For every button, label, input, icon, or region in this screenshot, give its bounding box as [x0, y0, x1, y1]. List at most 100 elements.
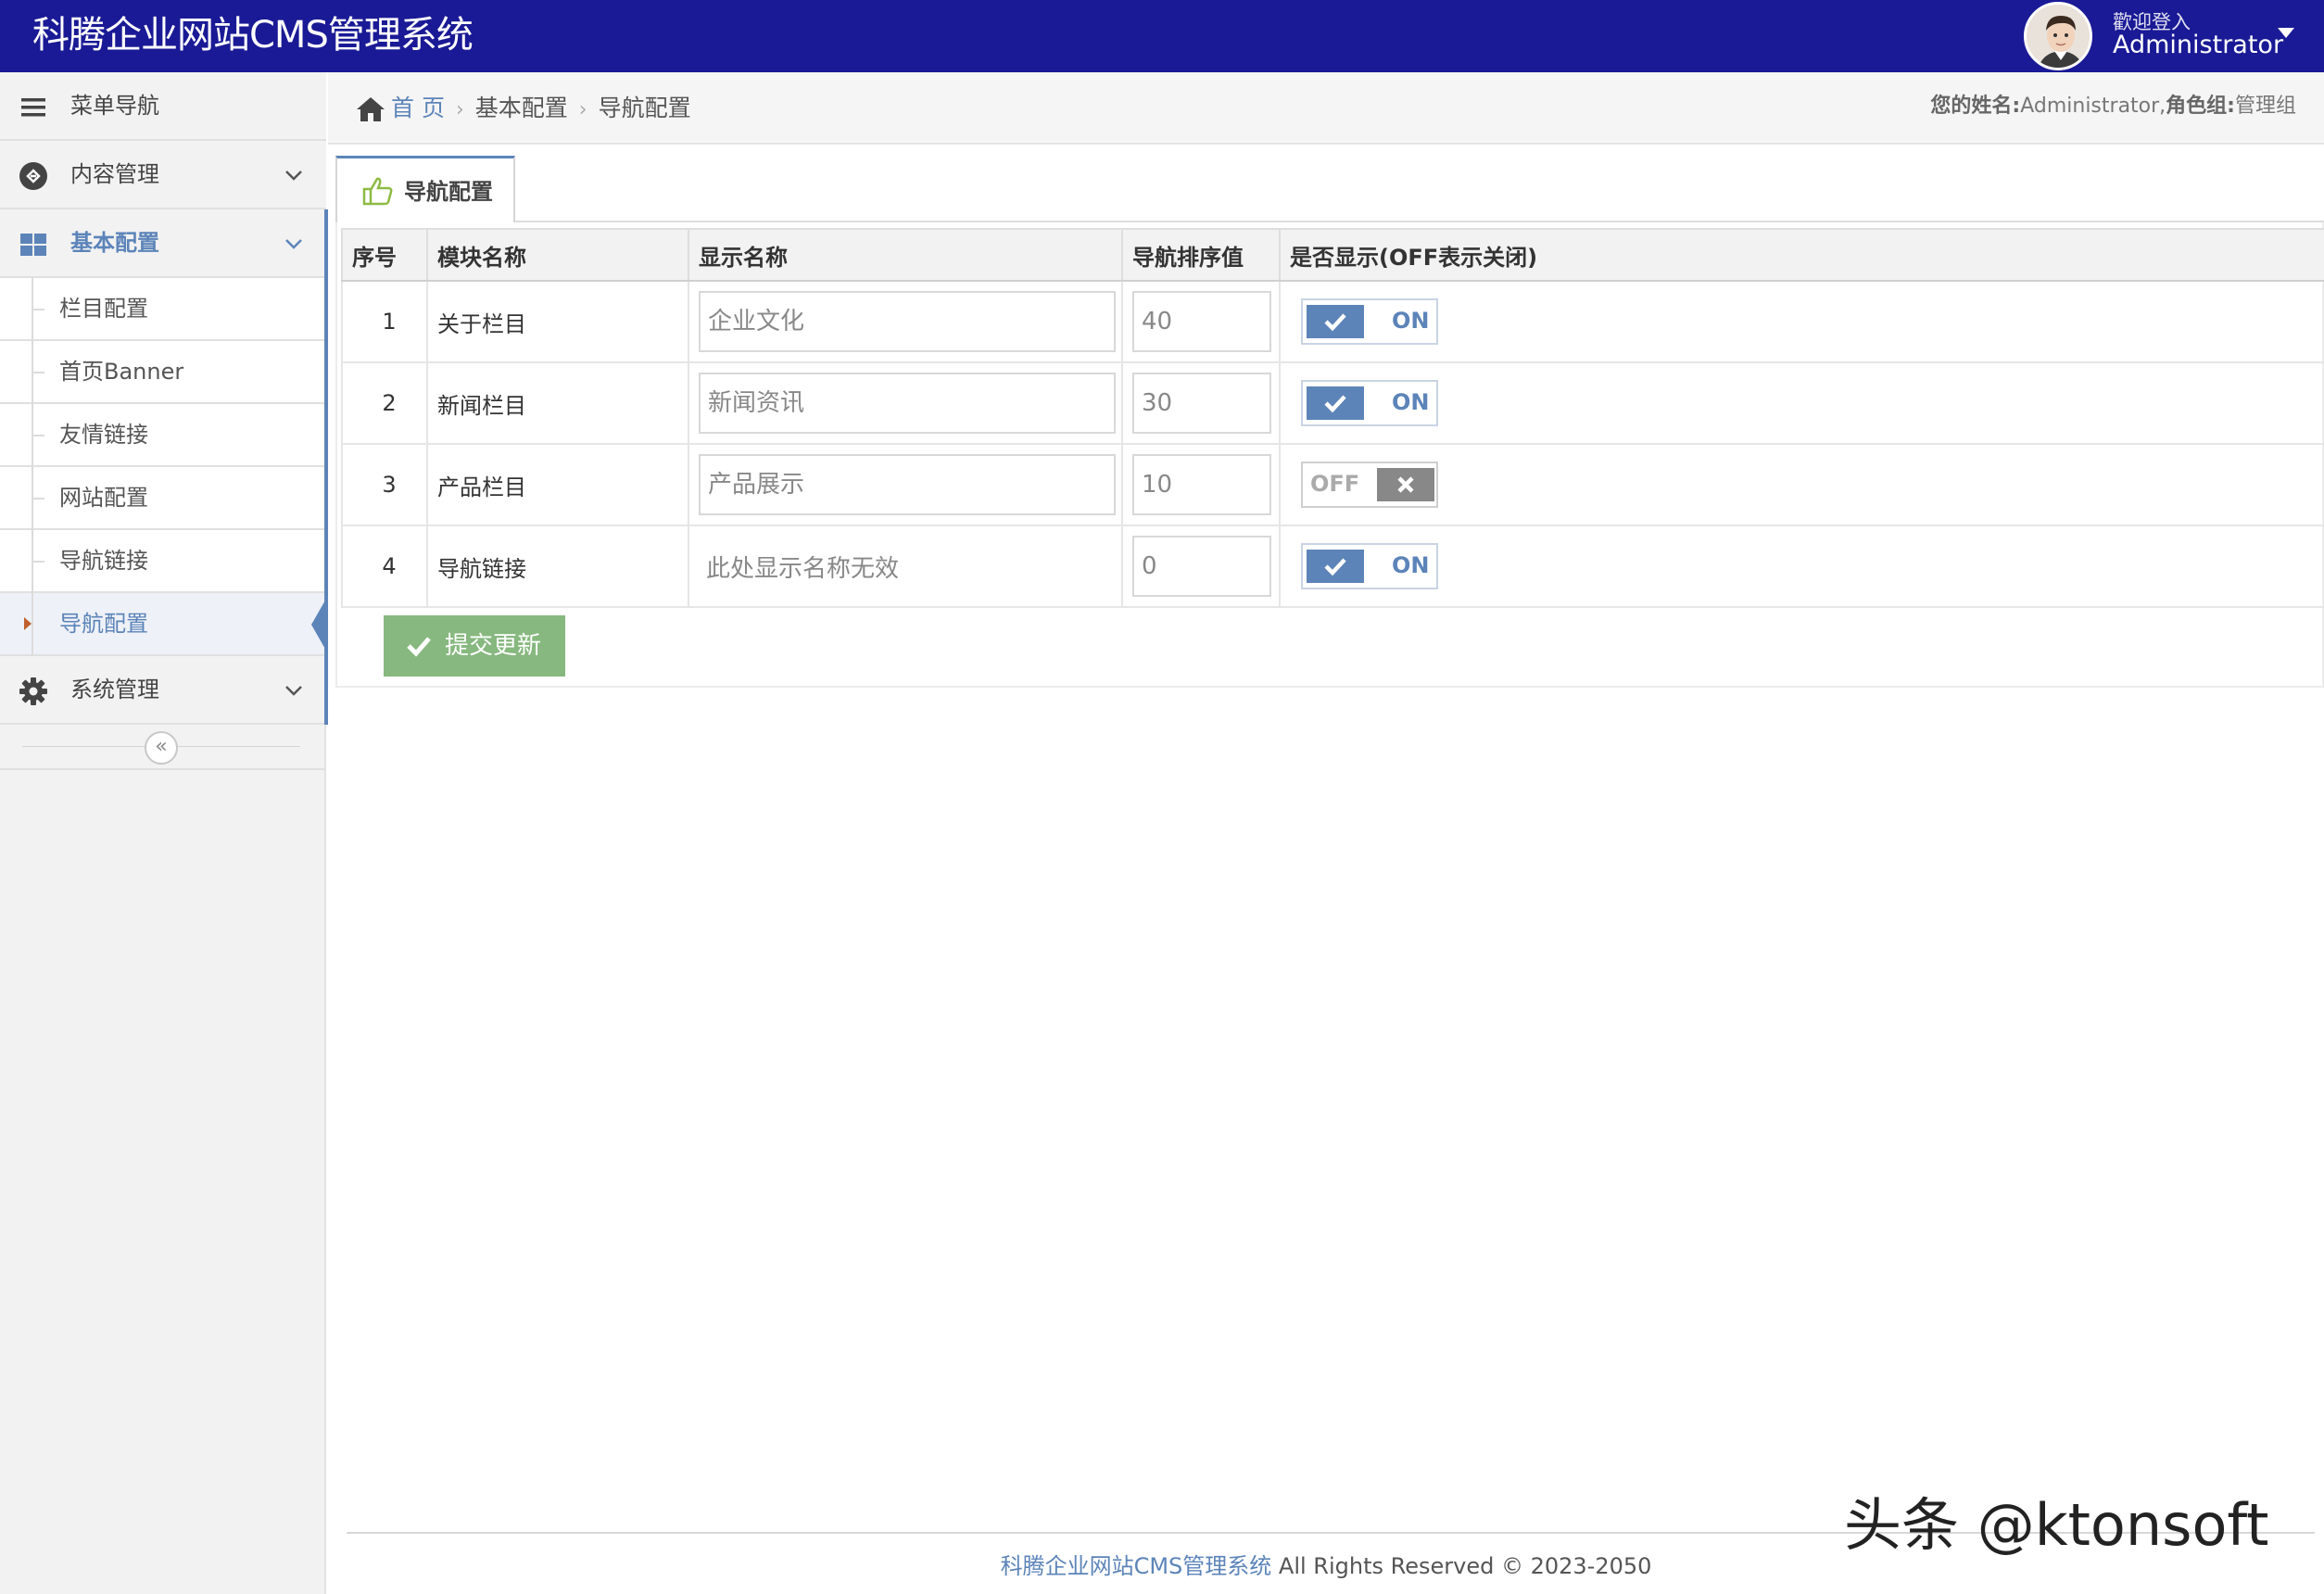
display-name-readonly: 此处显示名称无效 [706, 554, 900, 583]
row-index: 1 [341, 280, 428, 363]
content-icon [19, 162, 47, 190]
tree-tick [32, 435, 44, 436]
visibility-toggle[interactable]: ON [1301, 298, 1438, 345]
sidebar-item-friend-links[interactable]: 友情链接 [0, 404, 326, 467]
watermark-text: 头条 @ktonsoft [1844, 1491, 2269, 1559]
toggle-state: OFF [1310, 471, 1360, 497]
sidebar-item-label: 首页Banner [59, 359, 184, 385]
display-name-input[interactable]: 新闻资讯 [699, 373, 1116, 434]
table-row: 4 导航链接 此处显示名称无效 0 ON [341, 525, 2324, 608]
breadcrumb-level1[interactable]: 基本配置 [475, 95, 568, 121]
tree-tick [32, 372, 44, 373]
breadcrumb: 首 页 › 基本配置 › 导航配置 [356, 72, 691, 146]
row-module-name: 导航链接 [426, 525, 689, 608]
visibility-toggle[interactable]: OFF [1301, 462, 1438, 508]
sidebar-group-system-label: 系统管理 [70, 677, 159, 702]
caret-down-icon[interactable] [2278, 28, 2294, 38]
thumbs-up-icon [362, 177, 393, 206]
caret-right-icon [24, 617, 32, 630]
sidebar-item-label: 栏目配置 [59, 296, 148, 322]
sidebar-item-site-config[interactable]: 网站配置 [0, 467, 326, 530]
sort-value-input[interactable]: 30 [1132, 373, 1271, 434]
tab-label: 导航配置 [404, 179, 493, 205]
table-row: 3 产品栏目 产品展示 10 OFF [341, 443, 2324, 526]
header-username[interactable]: Administrator [2113, 31, 2283, 59]
footer-rights: All Rights Reserved © 2023-2050 [1278, 1553, 1652, 1579]
tree-tick [32, 561, 44, 563]
col-header-module: 模块名称 [426, 228, 689, 282]
toggle-knob [1307, 305, 1364, 338]
user-name-label: 您的姓名: [1930, 95, 2021, 118]
sidebar-item-column-config[interactable]: 栏目配置 [0, 278, 326, 341]
sidebar-collapse-row: « [0, 724, 326, 770]
breadcrumb-home-link[interactable]: 首 页 [391, 95, 445, 121]
submit-label: 提交更新 [445, 632, 542, 660]
row-index: 3 [341, 443, 428, 526]
toggle-knob [1377, 468, 1434, 501]
toggle-state: ON [1392, 552, 1430, 578]
user-avatar[interactable] [2024, 2, 2092, 70]
nav-config-panel: 序号 模块名称 显示名称 导航排序值 是否显示(OFF表示关闭) 1 关于栏目 … [335, 222, 2324, 688]
home-icon[interactable] [356, 95, 385, 123]
sidebar-group-basic-config-label: 基本配置 [70, 230, 159, 256]
close-icon [1397, 476, 1414, 493]
chevron-down-icon[interactable] [284, 165, 304, 185]
check-icon [1324, 313, 1346, 332]
tab-nav-config[interactable]: 导航配置 [335, 156, 515, 222]
tree-tick [32, 498, 44, 500]
sidebar: 菜单导航 内容管理 基本配置 栏目配置 首页Banner 友情链接 网站配置 导… [0, 72, 328, 1594]
display-name-input[interactable]: 企业文化 [699, 291, 1116, 352]
sidebar-item-nav-config[interactable]: 导航配置 [0, 593, 326, 656]
sidebar-menu-nav-label: 菜单导航 [70, 93, 159, 119]
user-name-value: Administrator, [2020, 95, 2166, 118]
dashboard-grid-icon [20, 234, 46, 256]
sidebar-item-label: 导航链接 [59, 548, 148, 574]
sidebar-item-home-banner[interactable]: 首页Banner [0, 341, 326, 404]
sidebar-group-system[interactable]: 系统管理 [0, 656, 326, 725]
check-icon [407, 637, 431, 657]
breadcrumb-separator: › [455, 98, 464, 121]
row-module-name: 关于栏目 [426, 280, 689, 363]
col-header-visible: 是否显示(OFF表示关闭) [1279, 228, 2324, 282]
user-role-label: 角色组: [2166, 95, 2235, 118]
table-header-row: 序号 模块名称 显示名称 导航排序值 是否显示(OFF表示关闭) [341, 228, 2324, 282]
sidebar-group-content[interactable]: 内容管理 [0, 141, 326, 209]
visibility-toggle[interactable]: ON [1301, 543, 1438, 589]
collapse-sidebar-button[interactable]: « [145, 731, 178, 765]
sidebar-item-label: 网站配置 [59, 485, 148, 511]
sidebar-group-basic-config[interactable]: 基本配置 [0, 209, 326, 278]
table-row: 1 关于栏目 企业文化 40 ON [341, 280, 2324, 363]
toggle-state: ON [1392, 389, 1430, 415]
menu-bars-icon [21, 98, 45, 117]
app-title: 科腾企业网站CMS管理系统 [32, 14, 474, 57]
breadcrumb-current: 导航配置 [598, 95, 691, 121]
visibility-toggle[interactable]: ON [1301, 380, 1438, 426]
toggle-knob [1307, 386, 1364, 420]
user-menu[interactable]: 歡迎登入 Administrator [2020, 0, 2324, 72]
gear-icon [19, 677, 47, 705]
row-index: 4 [341, 525, 428, 608]
row-index: 2 [341, 361, 428, 445]
check-icon [1324, 558, 1346, 576]
sidebar-group-content-label: 内容管理 [70, 161, 159, 187]
submit-update-button[interactable]: 提交更新 [384, 615, 565, 677]
breadcrumb-bar: 首 页 › 基本配置 › 导航配置 您的姓名:Administrator,角色组:管理组 [328, 72, 2324, 145]
row-module-name: 产品栏目 [426, 443, 689, 526]
footer-system-name[interactable]: 科腾企业网站CMS管理系统 [1001, 1553, 1272, 1579]
display-name-input[interactable]: 产品展示 [699, 454, 1116, 515]
nav-config-table: 序号 模块名称 显示名称 导航排序值 是否显示(OFF表示关闭) 1 关于栏目 … [341, 228, 2324, 608]
sidebar-menu-nav[interactable]: 菜单导航 [0, 72, 326, 141]
toggle-state: ON [1392, 308, 1430, 334]
chevron-down-icon[interactable] [284, 680, 304, 701]
chevron-down-icon[interactable] [284, 234, 304, 254]
sidebar-item-label: 导航配置 [59, 611, 148, 637]
sidebar-active-rail [324, 209, 328, 725]
col-header-display-name: 显示名称 [688, 228, 1123, 282]
table-row: 2 新闻栏目 新闻资讯 30 ON [341, 361, 2324, 445]
sidebar-item-nav-links[interactable]: 导航链接 [0, 530, 326, 593]
sort-value-input[interactable]: 0 [1132, 536, 1271, 597]
sort-value-input[interactable]: 40 [1132, 291, 1271, 352]
tree-line [32, 593, 33, 656]
sidebar-item-label: 友情链接 [59, 422, 148, 448]
sort-value-input[interactable]: 10 [1132, 454, 1271, 515]
